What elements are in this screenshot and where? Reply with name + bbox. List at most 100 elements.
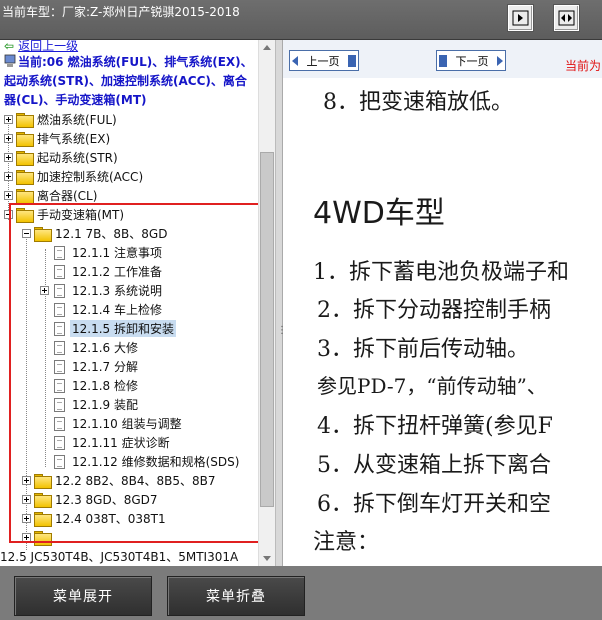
tree-item-group-2[interactable]: 12.2 8B2、8B4、8B5、8B7 <box>22 471 218 490</box>
tree-item-12-1-3[interactable]: 12.1.3 系统说明 <box>40 281 164 300</box>
button-cap-icon <box>439 54 447 67</box>
single-view-button[interactable] <box>507 4 534 32</box>
tree-item-label: 12.1.8 检修 <box>72 379 138 393</box>
folder-icon <box>34 512 52 527</box>
expand-icon[interactable] <box>22 495 31 504</box>
back-link-label: 返回上一级 <box>18 40 79 53</box>
tree-item-12-5[interactable]: 12.5 JC530T4B、JC530T4B1、5MTI301A <box>0 548 238 565</box>
document-icon <box>54 435 65 450</box>
tree-item-top-1[interactable]: 排气系统(EX) <box>4 129 112 148</box>
tree-item-label: 12.1.9 装配 <box>72 398 138 412</box>
current-section-label: 当前:06 燃油系统(FUL)、排气系统(EX)、起动系统(STR)、加速控制系… <box>4 55 253 107</box>
tree-panel: ⇦ 返回上一级 当前:06 燃油系统(FUL)、排气系统(EX)、起动系统(STR… <box>0 40 275 566</box>
back-arrow-icon: ⇦ <box>4 40 15 53</box>
expand-icon[interactable] <box>4 153 13 162</box>
expand-menu-button[interactable]: 菜单展开 <box>14 576 152 616</box>
document-icon <box>54 264 65 279</box>
doc-line: 5．从变速箱上拆下离合 <box>317 453 551 478</box>
next-page-button[interactable]: 下一页 <box>436 50 506 71</box>
tree-item-top-0[interactable]: 燃油系统(FUL) <box>4 110 119 129</box>
tree-item-top-2[interactable]: 起动系统(STR) <box>4 148 120 167</box>
tree-scroll-thumb[interactable] <box>260 152 274 507</box>
tree-item-12-1-4[interactable]: 12.1.4 车上检修 <box>40 300 164 319</box>
expand-icon[interactable] <box>22 476 31 485</box>
tree-item-group-3[interactable]: 12.3 8GD、8GD7 <box>22 490 160 509</box>
tree-item-label: 12.1.12 维修数据和规格(SDS) <box>72 455 240 469</box>
tree-item-label: 加速控制系统(ACC) <box>37 170 144 184</box>
prev-page-button[interactable]: 上一页 <box>289 50 359 71</box>
document-icon <box>54 454 65 469</box>
document-icon <box>54 340 65 355</box>
expand-icon[interactable] <box>40 286 49 295</box>
arrow-left-icon <box>292 55 298 66</box>
tree-item-12-1-8[interactable]: 12.1.8 检修 <box>40 376 140 395</box>
document-icon <box>54 302 65 317</box>
folder-icon <box>16 151 34 166</box>
collapse-icon[interactable] <box>4 210 13 219</box>
tree-item-12-1-1[interactable]: 12.1.1 注意事项 <box>40 243 164 262</box>
tree-scrollbar[interactable] <box>258 40 275 566</box>
expand-icon[interactable] <box>4 115 13 124</box>
current-page-tag: 当前为 <box>565 59 602 73</box>
tree-item-label: 12.1.1 注意事项 <box>72 246 162 260</box>
folder-icon <box>34 531 52 546</box>
split-view-icon <box>558 10 575 26</box>
tree-item-partial[interactable] <box>22 528 53 547</box>
panel-splitter[interactable]: ⋮ <box>275 40 287 566</box>
tree-item-12-1[interactable]: 12.1 7B、8B、8GD <box>22 224 169 243</box>
doc-heading: 4WD车型 <box>313 196 445 231</box>
folder-icon <box>34 227 52 242</box>
tree-item-label: 12.1.11 症状诊断 <box>72 436 170 450</box>
tree-item-12-1-10[interactable]: 12.1.10 组装与调整 <box>40 414 184 433</box>
tree-item-group-4[interactable]: 12.4 038T、038T1 <box>22 509 168 528</box>
expand-icon[interactable] <box>4 134 13 143</box>
tree-item-top-4[interactable]: 离合器(CL) <box>4 186 99 205</box>
tree-item-label: 燃油系统(FUL) <box>37 113 117 127</box>
tree-item-label: 12.4 038T、038T1 <box>55 512 166 526</box>
tree-item-12-1-7[interactable]: 12.1.7 分解 <box>40 357 140 376</box>
tree-item-12-1-5[interactable]: 12.1.5 拆卸和安装 <box>40 319 176 338</box>
tree-item-label: 12.1.7 分解 <box>72 360 138 374</box>
split-view-button[interactable] <box>553 4 580 32</box>
tree-item-label: 12.1.6 大修 <box>72 341 138 355</box>
expand-icon[interactable] <box>22 533 31 542</box>
tree-item-label: 手动变速箱(MT) <box>37 208 125 222</box>
tree-item-label: 12.1 7B、8B、8GD <box>55 227 168 241</box>
title-bar: 当前车型：厂家:Z-郑州日产锐骐2015-2018 <box>0 0 602 40</box>
tree-item-12-1-9[interactable]: 12.1.9 装配 <box>40 395 140 414</box>
tree-item-12-1-12[interactable]: 12.1.12 维修数据和规格(SDS) <box>40 452 241 471</box>
back-link[interactable]: ⇦ 返回上一级 <box>4 40 79 53</box>
expand-icon[interactable] <box>22 514 31 523</box>
page-nav: 上一页 下一页 当前为 <box>283 40 602 78</box>
prev-page-label: 上一页 <box>306 54 340 68</box>
tree-item-12-1-11[interactable]: 12.1.11 症状诊断 <box>40 433 172 452</box>
collapse-icon[interactable] <box>22 229 31 238</box>
tree-item-mt[interactable]: 手动变速箱(MT) <box>4 205 126 224</box>
tree-item-12-1-2[interactable]: 12.1.2 工作准备 <box>40 262 164 281</box>
scroll-up-icon[interactable] <box>259 40 275 56</box>
document-icon <box>54 321 65 336</box>
folder-icon <box>16 113 34 128</box>
tree-item-label: 离合器(CL) <box>37 189 98 203</box>
doc-line: 1．拆下蓄电池负极端子和 <box>313 260 569 285</box>
doc-line: 4．拆下扭杆弹簧(参见F <box>317 414 553 439</box>
tree-item-label: 起动系统(STR) <box>37 151 118 165</box>
vehicle-title: 当前车型：厂家:Z-郑州日产锐骐2015-2018 <box>2 5 240 19</box>
tree-item-12-1-6[interactable]: 12.1.6 大修 <box>40 338 140 357</box>
tree-item-top-3[interactable]: 加速控制系统(ACC) <box>4 167 145 186</box>
expand-icon[interactable] <box>4 191 13 200</box>
tree-item-label: 12.1.5 拆卸和安装 <box>70 320 176 337</box>
doc-line: 参见PD-7，“前传动轴”、 <box>317 374 547 398</box>
folder-icon <box>34 493 52 508</box>
document-icon <box>54 416 65 431</box>
scroll-down-icon[interactable] <box>259 550 275 566</box>
document-icon <box>54 359 65 374</box>
document-icon <box>54 378 65 393</box>
doc-line: 2．拆下分动器控制手柄 <box>317 298 551 323</box>
expand-icon[interactable] <box>4 172 13 181</box>
doc-line: 8．把变速箱放低。 <box>323 90 513 115</box>
document-icon <box>54 245 65 260</box>
folder-icon <box>16 208 34 223</box>
folder-icon <box>16 132 34 147</box>
collapse-menu-button[interactable]: 菜单折叠 <box>167 576 305 616</box>
